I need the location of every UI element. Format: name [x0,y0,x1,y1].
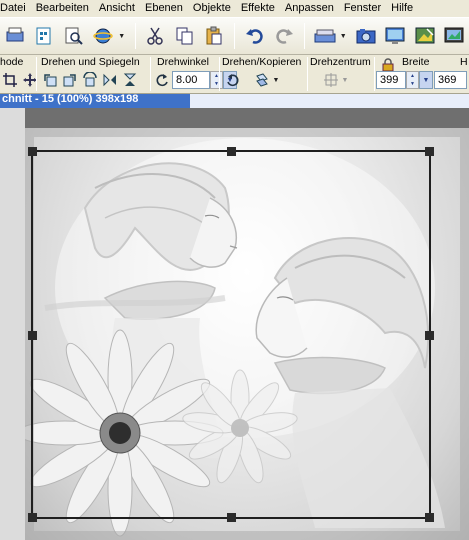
redo-icon[interactable] [271,23,296,49]
scan-icon[interactable] [2,23,27,49]
menu-layers[interactable]: Ebenen [140,0,188,17]
enhance-icon[interactable] [412,23,437,49]
menu-bar: Datei Bearbeiten Ansicht Ebenen Objekte … [0,0,469,17]
paste-icon[interactable] [202,23,227,49]
rotate-cw-icon[interactable] [224,71,242,89]
angle-input[interactable]: 8.00 [172,71,210,89]
resize-handle-left[interactable] [28,331,37,340]
workspace-left-margin [0,108,25,540]
rotate-copy-group: Drehen/Kopieren ▼ [221,55,305,94]
document-title-bar[interactable]: chnitt - 15 (100%) 398x198 [0,93,469,108]
menu-effects[interactable]: Effekte [236,0,280,17]
size-group: Breite H 399 ▲ ▼ ▼ 369 [376,55,469,94]
copy-icon[interactable] [172,23,197,49]
method-group: hode [0,55,37,94]
height-input[interactable]: 369 [434,71,467,89]
toolbar-separator [233,23,235,49]
camera-icon[interactable] [353,23,378,49]
resize-handle-top[interactable] [227,147,236,156]
menu-adjust[interactable]: Anpassen [280,0,339,17]
rotate-mirror-label: Drehen und Spiegeln [41,56,140,68]
menu-help[interactable]: Hilfe [386,0,418,17]
toolbar-separator [134,23,136,49]
resize-handle-bottom-right[interactable] [425,513,434,522]
rotate-copy-dropdown-icon[interactable]: ▼ [272,71,280,89]
group-separator [219,57,220,91]
browser-icon[interactable] [90,23,115,49]
method-label: hode [0,56,24,68]
new-icon[interactable] [31,23,56,49]
center-dropdown-icon[interactable]: ▼ [341,71,349,89]
center-group: Drehzentrum ▼ [307,55,377,94]
center-label: Drehzentrum [310,56,371,68]
resize-handle-top-left[interactable] [28,147,37,156]
width-input[interactable]: 399 [376,71,406,89]
group-separator [36,57,37,91]
display-icon[interactable] [442,23,467,49]
group-separator [374,57,375,91]
main-toolbar: ▼ ▼ [0,17,469,55]
crop-icon[interactable] [1,71,19,89]
flip-vertical-icon[interactable] [121,71,139,89]
cut-icon[interactable] [143,23,168,49]
spin-up-icon[interactable]: ▲ [407,72,418,80]
rotate-ccw-icon[interactable] [153,71,171,89]
center-point-icon[interactable] [322,71,340,89]
resize-handle-bottom[interactable] [227,513,236,522]
resize-handle-bottom-left[interactable] [28,513,37,522]
flip-horizontal-icon[interactable] [101,71,119,89]
group-separator [150,57,151,91]
workspace-top-margin [25,108,469,128]
resize-handle-top-right[interactable] [425,147,434,156]
toolbar-separator [303,23,305,49]
selection-frame[interactable] [28,147,434,522]
height-label: H [460,56,468,68]
rotate-copy-icon[interactable] [253,71,271,89]
rotate-copy-label: Drehen/Kopieren [222,56,302,68]
rotate-180-icon[interactable] [81,71,99,89]
width-spinner[interactable]: ▲ ▼ [406,71,419,89]
width-label: Breite [402,56,430,68]
width-dropdown-icon[interactable]: ▼ [419,71,433,89]
menu-view[interactable]: Ansicht [94,0,140,17]
menu-objects[interactable]: Objekte [188,0,236,17]
menu-window[interactable]: Fenster [339,0,386,17]
angle-label: Drehwinkel [157,56,209,68]
undo-icon[interactable] [242,23,267,49]
menu-file[interactable]: Datei [0,0,31,17]
scanner-icon[interactable] [312,23,337,49]
resize-handle-right[interactable] [425,331,434,340]
spin-down-icon[interactable]: ▼ [407,80,418,88]
scanner-dropdown-icon[interactable]: ▼ [339,23,347,49]
rotate-right-icon[interactable] [61,71,79,89]
tool-options-bar: hode Drehen und Spiegeln Drehwinkel 8.00… [0,55,469,94]
rotate-left-icon[interactable] [41,71,59,89]
screen-capture-icon[interactable] [383,23,408,49]
angle-group: Drehwinkel 8.00 ▲ ▼ ▼ [152,55,237,94]
browser-dropdown-icon[interactable]: ▼ [118,23,126,49]
menu-edit[interactable]: Bearbeiten [31,0,94,17]
rotate-mirror-group: Drehen und Spiegeln [38,55,148,94]
document-title: chnitt - 15 (100%) 398x198 [2,93,139,105]
zoom-icon[interactable] [61,23,86,49]
